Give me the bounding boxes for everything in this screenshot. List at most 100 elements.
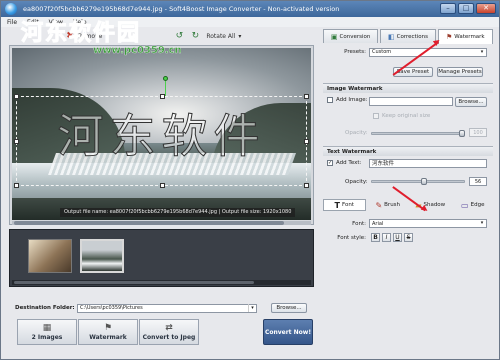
window-title: ea8007f20f5bcbb6279e195b68d7e944.jpg - S…	[23, 5, 340, 13]
tab-corrections[interactable]: ◧ Corrections	[380, 29, 436, 43]
font-row: Font: Arial ▾	[323, 219, 493, 228]
resize-handle[interactable]	[14, 183, 19, 188]
step-convert[interactable]: ⇄ Convert to Jpeg	[139, 319, 199, 345]
destination-label: Destination Folder:	[15, 305, 75, 311]
add-text-label: Add Text:	[336, 160, 362, 166]
thumbnail-scrollbar[interactable]	[12, 280, 311, 285]
app-icon	[5, 3, 17, 15]
site-watermark-url: www.pc0359.cn	[93, 45, 182, 56]
thumbnail-1[interactable]	[28, 239, 72, 273]
thumbnail-strip	[9, 229, 314, 287]
font-icon: T	[334, 200, 340, 210]
keep-size-label: Keep original size	[382, 113, 431, 119]
settings-tabs: ▣ Conversion ◧ Corrections ⚑ Watermark	[323, 29, 493, 44]
resize-handle[interactable]	[14, 139, 19, 144]
app-window: ea8007f20f5bcbb6279e195b68d7e944.jpg - S…	[0, 0, 500, 360]
window-controls: – □ ✕	[440, 3, 496, 14]
text-opacity-slider[interactable]	[371, 178, 465, 185]
minimize-button[interactable]: –	[440, 3, 456, 14]
rotate-all-button[interactable]: Rotate All ▾	[206, 33, 241, 40]
image-opacity-slider[interactable]	[371, 130, 465, 137]
preview-scrollbar[interactable]	[12, 221, 311, 225]
images-icon: ▦	[42, 323, 52, 333]
destination-folder-field[interactable]: C:\Users\pc0359\Pictures ▾	[77, 303, 257, 313]
slider-knob[interactable]	[421, 178, 427, 185]
manage-presets-button[interactable]: Manage Presets	[437, 67, 483, 77]
output-info-label: Output file name: ea8007f20f5bcbb6279e19…	[60, 208, 296, 217]
settings-panel: ▣ Conversion ◧ Corrections ⚑ Watermark P…	[323, 29, 493, 334]
tab-edge[interactable]: ▭ Edge	[453, 199, 494, 211]
italic-button[interactable]: I	[382, 233, 391, 242]
resize-handle[interactable]	[304, 139, 309, 144]
font-label: Font:	[352, 220, 366, 227]
step-watermark[interactable]: ⚑ Watermark	[78, 319, 138, 345]
rotate-left-button[interactable]: ↺	[174, 31, 184, 41]
watermark-icon: ⚑	[446, 33, 453, 41]
rotate-left-icon: ↺	[175, 31, 184, 41]
chevron-down-icon: ▾	[480, 48, 484, 55]
destination-row: Destination Folder: C:\Users\pc0359\Pict…	[15, 303, 315, 313]
image-watermark-header: Image Watermark	[323, 83, 493, 93]
image-opacity-value[interactable]: 100	[469, 128, 487, 137]
rotate-right-button[interactable]: ↻	[190, 31, 200, 41]
preset-row: Presets: Custom ▾	[323, 47, 493, 57]
rotate-all-label: Rotate All	[206, 32, 236, 40]
font-select[interactable]: Arial ▾	[369, 219, 487, 228]
chevron-down-icon[interactable]: ▾	[248, 304, 256, 312]
image-preview: 河东软件 Output file name: ea8007f20f5bcbb62…	[9, 45, 314, 225]
corrections-icon: ◧	[388, 32, 395, 41]
add-image-row: Add Image:	[327, 97, 367, 103]
font-style-row: Font style: B I U S	[323, 233, 413, 242]
tab-font[interactable]: T Font	[323, 199, 366, 211]
resize-handle[interactable]	[304, 94, 309, 99]
rotation-handle[interactable]	[163, 76, 168, 81]
image-browse-button[interactable]: Browse...	[455, 97, 487, 107]
add-image-checkbox[interactable]	[327, 97, 333, 103]
resize-handle[interactable]	[14, 94, 19, 99]
image-opacity-label: Opacity:	[345, 130, 368, 136]
bold-button[interactable]: B	[371, 233, 380, 242]
font-style-label: Font style:	[337, 234, 366, 241]
preset-buttons: Save Preset Manage Presets	[393, 67, 483, 77]
tab-watermark[interactable]: ⚑ Watermark	[437, 29, 493, 44]
edge-icon: ▭	[461, 200, 469, 210]
add-image-label: Add Image:	[336, 97, 368, 103]
resize-handle[interactable]	[160, 183, 165, 188]
preset-label: Presets:	[344, 49, 366, 55]
text-style-tabs: T Font ✎ Brush ▰ Shadow ▭ Edge	[323, 199, 493, 211]
chevron-down-icon: ▾	[480, 220, 484, 226]
thumbnail-2[interactable]	[80, 239, 124, 273]
keep-size-row: Keep original size	[373, 113, 430, 119]
text-opacity-label: Opacity:	[345, 179, 368, 185]
strikethrough-button[interactable]: S	[404, 233, 413, 242]
watermark-selection-box[interactable]	[14, 94, 309, 188]
underline-button[interactable]: U	[393, 233, 402, 242]
step-images[interactable]: ▦ 2 Images	[17, 319, 77, 345]
destination-browse-button[interactable]: Browse...	[271, 303, 307, 313]
chevron-down-icon: ▾	[238, 32, 242, 40]
brush-icon: ✎	[375, 200, 383, 210]
site-watermark-logo: 河东软件园	[20, 21, 142, 47]
watermark-icon: ⚑	[103, 323, 113, 333]
close-button[interactable]: ✕	[476, 3, 496, 14]
convert-now-button[interactable]: Convert Now!	[263, 319, 313, 345]
image-path-field[interactable]	[369, 97, 453, 106]
rotate-right-icon: ↻	[191, 31, 200, 41]
maximize-button[interactable]: □	[458, 3, 474, 14]
watermark-text-field[interactable]: 河东软件	[369, 159, 487, 168]
rotation-line	[165, 81, 166, 96]
preview-photo: 河东软件 Output file name: ea8007f20f5bcbb62…	[12, 48, 311, 220]
workflow-steps: ▦ 2 Images ⚑ Watermark ⇄ Convert to Jpeg	[17, 319, 261, 345]
text-watermark-header: Text Watermark	[323, 146, 493, 156]
resize-handle[interactable]	[304, 183, 309, 188]
slider-knob[interactable]	[459, 130, 465, 137]
convert-icon: ⇄	[165, 323, 173, 333]
conversion-icon: ▣	[330, 32, 338, 41]
add-text-row: ✓ Add Text:	[327, 160, 361, 166]
add-text-checkbox[interactable]: ✓	[327, 160, 333, 166]
tab-brush[interactable]: ✎ Brush	[368, 199, 409, 211]
text-opacity-value[interactable]: 56	[469, 177, 487, 186]
tab-conversion[interactable]: ▣ Conversion	[323, 29, 379, 43]
keep-size-checkbox[interactable]	[373, 113, 379, 119]
menu-file[interactable]: File	[7, 19, 17, 26]
